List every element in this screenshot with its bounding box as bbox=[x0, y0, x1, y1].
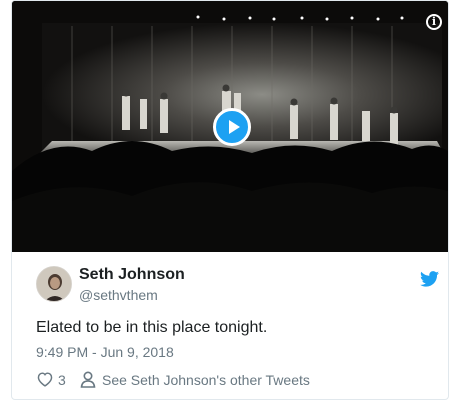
other-tweets-link[interactable]: See Seth Johnson's other Tweets bbox=[102, 372, 310, 388]
embedded-tweet-card[interactable]: i Seth Johnson @sethvthem Elated to be i… bbox=[11, 0, 449, 400]
avatar[interactable] bbox=[36, 266, 72, 302]
tweet-timestamp[interactable]: 9:49 PM - Jun 9, 2018 bbox=[36, 344, 174, 360]
heart-icon[interactable] bbox=[36, 371, 54, 387]
video-player[interactable]: i bbox=[12, 1, 448, 252]
author-handle[interactable]: @sethvthem bbox=[79, 287, 158, 303]
tweet-text: Elated to be in this place tonight. bbox=[36, 319, 268, 336]
author-name[interactable]: Seth Johnson bbox=[79, 266, 185, 284]
info-icon[interactable]: i bbox=[426, 14, 442, 30]
play-icon bbox=[229, 120, 240, 134]
person-icon bbox=[80, 371, 96, 388]
twitter-bird-icon[interactable] bbox=[420, 271, 439, 287]
play-button[interactable] bbox=[213, 108, 251, 146]
like-count[interactable]: 3 bbox=[58, 372, 66, 388]
